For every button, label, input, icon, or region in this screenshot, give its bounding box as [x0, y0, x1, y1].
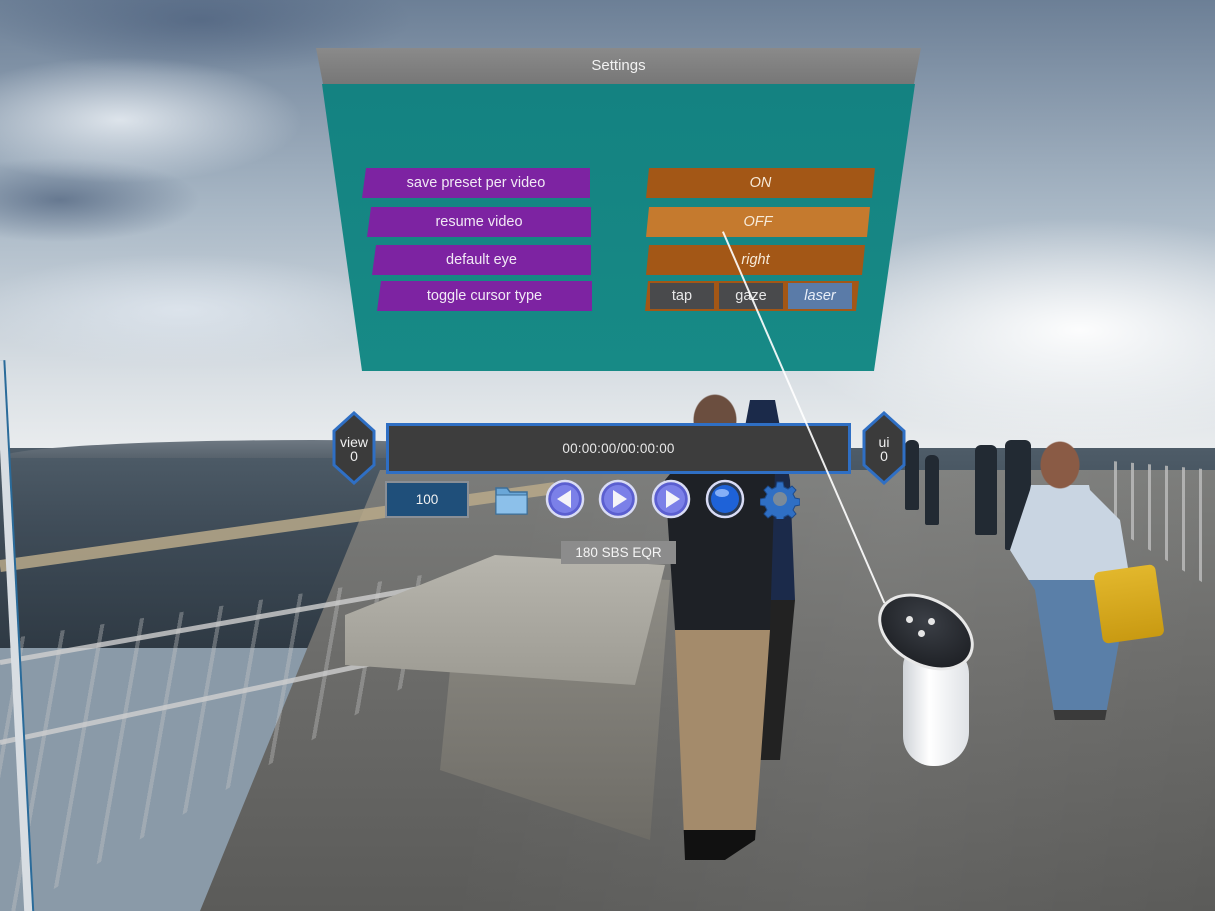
save-preset-label: save preset per video — [362, 168, 590, 198]
person — [975, 445, 997, 535]
resume-video-toggle[interactable]: OFF — [646, 207, 870, 237]
projection-format-label: 180 SBS EQR — [561, 541, 676, 564]
view-value: 0 — [350, 448, 358, 464]
next-icon[interactable] — [651, 479, 691, 519]
controller-button — [906, 616, 913, 623]
ui-button[interactable]: ui 0 — [862, 411, 906, 485]
cursor-type-laser[interactable]: laser — [788, 283, 852, 309]
settings-panel: Settings save preset per video ON resume… — [316, 48, 921, 371]
save-preset-toggle[interactable]: ON — [646, 168, 875, 198]
cursor-type-tap[interactable]: tap — [650, 283, 714, 309]
view-button[interactable]: view 0 — [332, 411, 376, 485]
time-display: 00:00:00/00:00:00 — [562, 441, 675, 456]
previous-icon[interactable] — [545, 479, 585, 519]
resume-video-label: resume video — [367, 207, 591, 237]
ui-value: 0 — [880, 448, 888, 464]
play-icon[interactable] — [598, 479, 638, 519]
record-icon[interactable] — [705, 479, 745, 519]
default-eye-toggle[interactable]: right — [646, 245, 865, 275]
view-label: view — [339, 434, 368, 450]
default-eye-label: default eye — [372, 245, 591, 275]
controller-button — [918, 630, 925, 637]
person — [905, 440, 919, 510]
person — [925, 455, 939, 525]
cursor-type-label: toggle cursor type — [377, 281, 592, 311]
volume-display[interactable]: 100 — [385, 481, 469, 518]
gear-icon[interactable] — [759, 479, 801, 523]
settings-title: Settings — [316, 48, 921, 84]
controller-button — [928, 618, 935, 625]
vr-controller — [865, 578, 987, 771]
yellow-bag — [1093, 564, 1165, 644]
timeline-bar[interactable]: 00:00:00/00:00:00 — [386, 423, 851, 474]
folder-icon[interactable] — [492, 479, 532, 519]
ui-label: ui — [878, 434, 890, 450]
